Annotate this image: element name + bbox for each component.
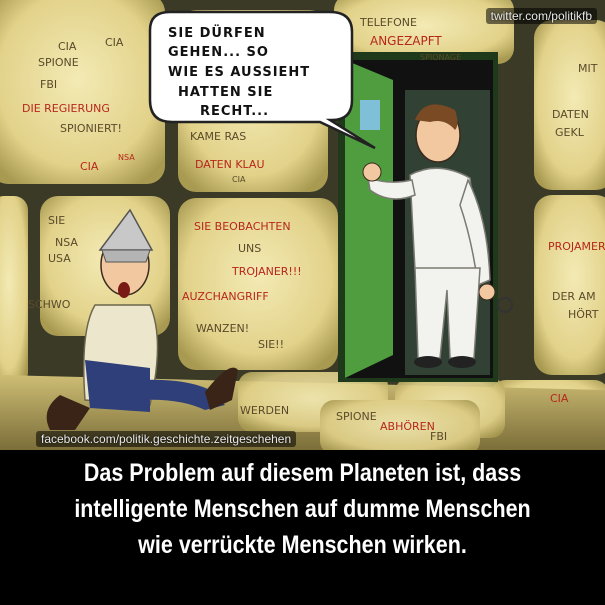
scribble: ANGEZAPFT [370,34,442,48]
scribble: FBI [40,78,57,91]
scribble: DIE REGIERUNG [22,102,110,115]
caption: Das Problem auf diesem Planeten ist, das… [42,455,562,600]
scribble: WERDEN [240,404,289,417]
scribble: SPIONIERT! [60,122,122,135]
cartoon-illustration: SIE DÜRFEN GEHEN... SO WIE ES AUSSIEHT H… [0,0,605,450]
caption-line-3: wie verrückte Menschen wirken. [138,531,467,559]
scribble: CIA [105,36,124,49]
scribble: SPIONAGE [420,53,461,62]
scribble: MIT [578,62,598,75]
scribble: SIE BEOBACHTEN [194,220,291,233]
scribble: USA [48,252,71,265]
scribble: DATEN [552,108,589,121]
scribble: DATEN KLAU [195,158,265,171]
scribble: CIA [232,175,246,184]
caption-line-2: intelligente Menschen auf dumme Menschen [74,495,531,523]
bubble-line-2: GEHEN... SO [168,45,269,60]
scribble: AUZCHANGRIFF [182,290,269,303]
scribble: WANZEN! [196,322,249,335]
scribble: SCHWO [28,298,71,311]
scribble: FBI [430,430,447,443]
scribble: SIE!! [258,338,284,351]
bubble-line-4: HATTEN SIE [178,85,273,100]
scribble: KAME RAS [190,130,246,143]
scribble: GEKL [555,126,585,139]
scribble: CIA [550,392,569,405]
caption-line-1: Das Problem auf diesem Planeten ist, das… [83,459,522,487]
bubble-line-1: SIE DÜRFEN [168,25,266,41]
scribble: TROJANER!!! [231,265,302,278]
scribble: TELEFONE [359,16,417,29]
scribble: UNS [238,242,261,255]
scribble: NSA [118,153,135,162]
scribble: PROJAMER [548,240,605,253]
scribble: SIE [48,214,65,227]
scribble: HÖRT [568,308,599,321]
scribble: NSA [55,236,78,249]
scribble: SPIONE [38,56,79,69]
scribble: SPIONE [336,410,377,423]
scribble: CIA [80,160,99,173]
bubble-line-5: RECHT... [200,104,269,119]
scribble: ABHÖREN [380,420,435,433]
facebook-credit[interactable]: facebook.com/politik.geschichte.zeitgesc… [36,431,297,447]
scribble: DER AM [552,290,596,303]
scribble: CIA [58,40,77,53]
bubble-line-3: WIE ES AUSSIEHT [168,65,310,80]
twitter-credit[interactable]: twitter.com/politikfb [485,8,597,24]
